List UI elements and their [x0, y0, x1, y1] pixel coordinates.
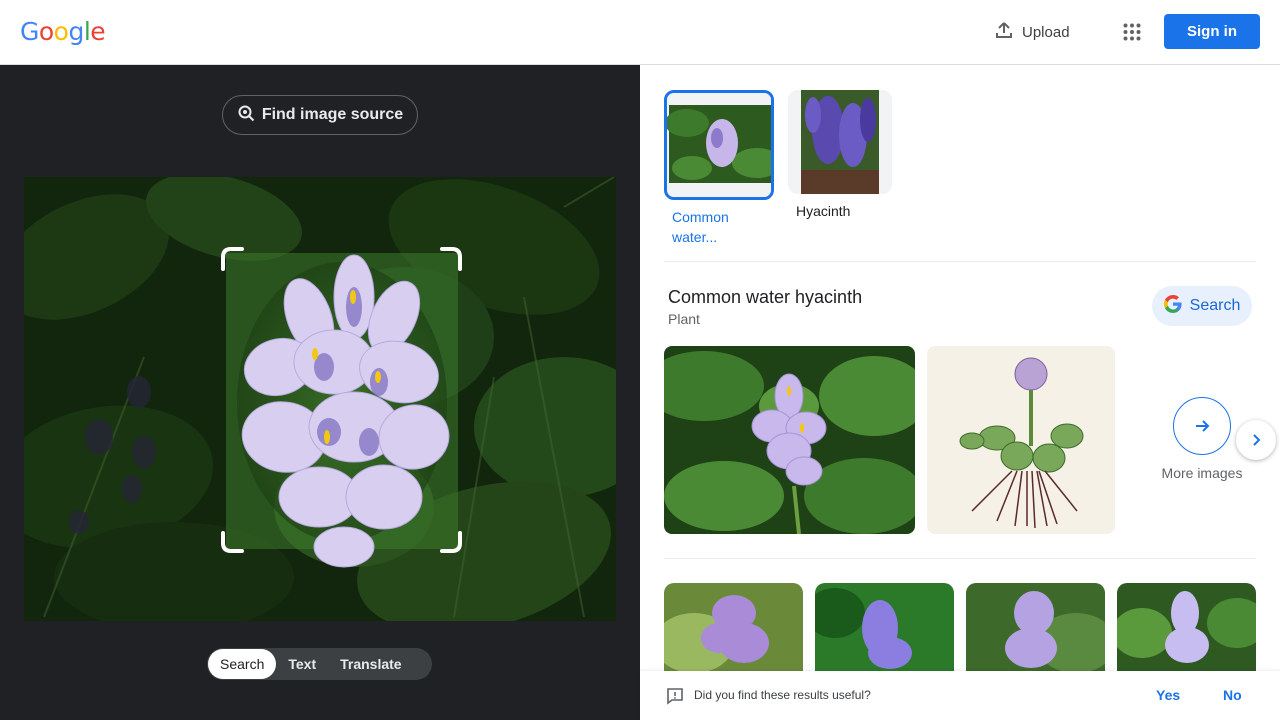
visual-match-image — [664, 90, 774, 200]
uploaded-image[interactable] — [24, 177, 616, 621]
entity-title: Common water hyacinth — [668, 287, 863, 307]
feedback-icon — [666, 687, 684, 710]
visual-match-label: Hyacinth — [796, 203, 851, 219]
visual-match-image — [788, 90, 892, 194]
result-image[interactable] — [664, 583, 803, 671]
result-image[interactable] — [966, 583, 1105, 671]
entity-subtitle: Plant — [668, 311, 700, 327]
entity-image-illustration[interactable] — [927, 346, 1115, 534]
upload-icon — [994, 20, 1014, 44]
visual-match-hyacinth[interactable]: Hyacinth — [788, 90, 898, 221]
upload-label: Upload — [1022, 23, 1070, 41]
tab-search[interactable]: Search — [208, 649, 277, 679]
logo-letter: o — [53, 17, 69, 46]
feedback-question: Did you find these results useful? — [694, 688, 871, 702]
upload-button[interactable]: Upload — [984, 12, 1080, 52]
find-image-source-button[interactable]: Find image source — [222, 95, 418, 135]
google-logo[interactable]: Google — [20, 17, 106, 46]
feedback-yes-button[interactable]: Yes — [1156, 687, 1180, 703]
lens-image-pane: Find image source Search Text Translate — [0, 65, 640, 720]
sign-in-button[interactable]: Sign in — [1164, 14, 1260, 49]
find-image-source-label: Find image source — [261, 106, 404, 123]
logo-letter: o — [38, 17, 54, 46]
chevron-right-icon[interactable] — [1236, 420, 1276, 460]
tab-translate[interactable]: Translate — [328, 649, 413, 679]
image-search-icon — [237, 104, 255, 127]
logo-letter: G — [20, 17, 39, 46]
more-images-label: More images — [1161, 465, 1243, 481]
feedback-bar: Did you find these results useful? Yes N… — [640, 671, 1280, 720]
logo-letter: e — [90, 17, 106, 46]
visual-match-common-water-hyacinth[interactable]: Common water... — [664, 90, 774, 247]
tab-text[interactable]: Text — [276, 649, 328, 679]
logo-letter: g — [68, 17, 84, 46]
divider — [664, 261, 1256, 262]
arrow-right-icon — [1173, 397, 1231, 455]
result-image[interactable] — [1117, 583, 1256, 671]
results-pane: Common water... Hyacinth Common water hy… — [640, 65, 1280, 720]
divider — [664, 558, 1256, 559]
feedback-no-button[interactable]: No — [1223, 687, 1242, 703]
entity-image-photo[interactable] — [664, 346, 915, 534]
visual-match-label: Common water... — [672, 209, 729, 245]
google-search-label: Search — [1189, 297, 1241, 314]
result-image[interactable] — [815, 583, 954, 671]
google-g-icon — [1163, 294, 1182, 318]
top-bar: Google Upload Sign in — [0, 0, 1280, 65]
lens-mode-tabs: Search Text Translate — [207, 648, 432, 680]
apps-grid-icon[interactable] — [1114, 14, 1150, 50]
google-search-button[interactable]: Search — [1152, 286, 1252, 326]
